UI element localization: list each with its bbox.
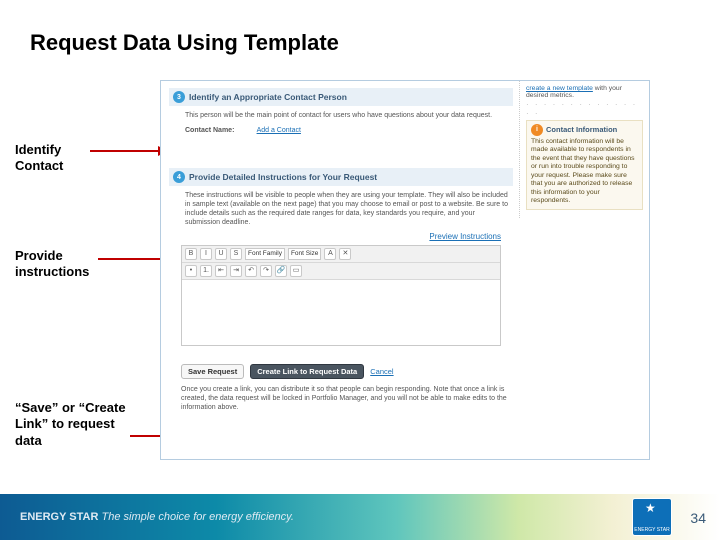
divider-dots: · · · · · · · · · · · · · · ·	[526, 100, 643, 118]
add-contact-link[interactable]: Add a Contact	[257, 127, 301, 134]
energy-star-logo: ENERGY STAR	[632, 498, 672, 536]
outdent-button[interactable]: ⇤	[215, 265, 227, 277]
contact-info-card: i Contact Information This contact infor…	[526, 120, 643, 210]
font-family-select[interactable]: Font Family	[245, 248, 285, 260]
underline-button[interactable]: U	[215, 248, 227, 260]
rte-toolbar-2: • 1. ⇤ ⇥ ↶ ↷ 🔗 ▭	[182, 263, 500, 280]
strike-button[interactable]: S	[230, 248, 242, 260]
contact-label: Contact Name:	[185, 126, 255, 135]
color-button[interactable]: A	[324, 248, 336, 260]
callout-identify: Identify Contact	[15, 142, 63, 175]
page-number: 34	[690, 510, 706, 526]
rte-toolbar: B I U S Font Family Font Size A ✕	[182, 246, 500, 263]
image-button[interactable]: ▭	[290, 265, 302, 277]
card-title: Contact Information	[546, 125, 617, 134]
app-screenshot: 3 Identify an Appropriate Contact Person…	[160, 80, 650, 460]
create-link-button[interactable]: Create Link to Request Data	[250, 364, 364, 379]
callout-save: “Save” or “Create Link” to request data	[15, 400, 130, 449]
preview-instructions-link[interactable]: Preview Instructions	[429, 232, 501, 241]
info-icon: i	[531, 124, 543, 136]
rte-textarea[interactable]	[182, 280, 500, 345]
slide-footer: ENERGY STAR The simple choice for energy…	[0, 494, 720, 540]
page-title: Request Data Using Template	[30, 30, 339, 56]
rich-text-editor: B I U S Font Family Font Size A ✕ • 1. ⇤…	[181, 245, 501, 346]
step-badge-icon: 3	[173, 91, 185, 103]
indent-button[interactable]: ⇥	[230, 265, 242, 277]
step-4-title: Provide Detailed Instructions for Your R…	[189, 172, 377, 182]
step-4-help: These instructions will be visible to pe…	[169, 189, 513, 231]
step-3-title: Identify an Appropriate Contact Person	[189, 92, 347, 102]
card-body: This contact information will be made av…	[531, 138, 638, 206]
step-3-help: This person will be the main point of co…	[169, 109, 513, 124]
callout-provide: Provide instructions	[15, 248, 89, 281]
arrow-icon	[90, 150, 160, 152]
link-button[interactable]: 🔗	[275, 265, 287, 277]
step-3-header: 3 Identify an Appropriate Contact Person	[169, 88, 513, 106]
step-badge-icon: 4	[173, 171, 185, 183]
post-button-note: Once you create a link, you can distribu…	[169, 383, 513, 416]
ul-button[interactable]: •	[185, 265, 197, 277]
cancel-link[interactable]: Cancel	[370, 367, 393, 376]
italic-button[interactable]: I	[200, 248, 212, 260]
undo-button[interactable]: ↶	[245, 265, 257, 277]
redo-button[interactable]: ↷	[260, 265, 272, 277]
bold-button[interactable]: B	[185, 248, 197, 260]
ol-button[interactable]: 1.	[200, 265, 212, 277]
footer-tagline: ENERGY STAR The simple choice for energy…	[20, 511, 294, 523]
clear-button[interactable]: ✕	[339, 248, 351, 260]
step-4-header: 4 Provide Detailed Instructions for Your…	[169, 168, 513, 186]
save-request-button[interactable]: Save Request	[181, 364, 244, 379]
side-top-text: create a new template with your desired …	[526, 85, 643, 99]
font-size-select[interactable]: Font Size	[288, 248, 321, 260]
